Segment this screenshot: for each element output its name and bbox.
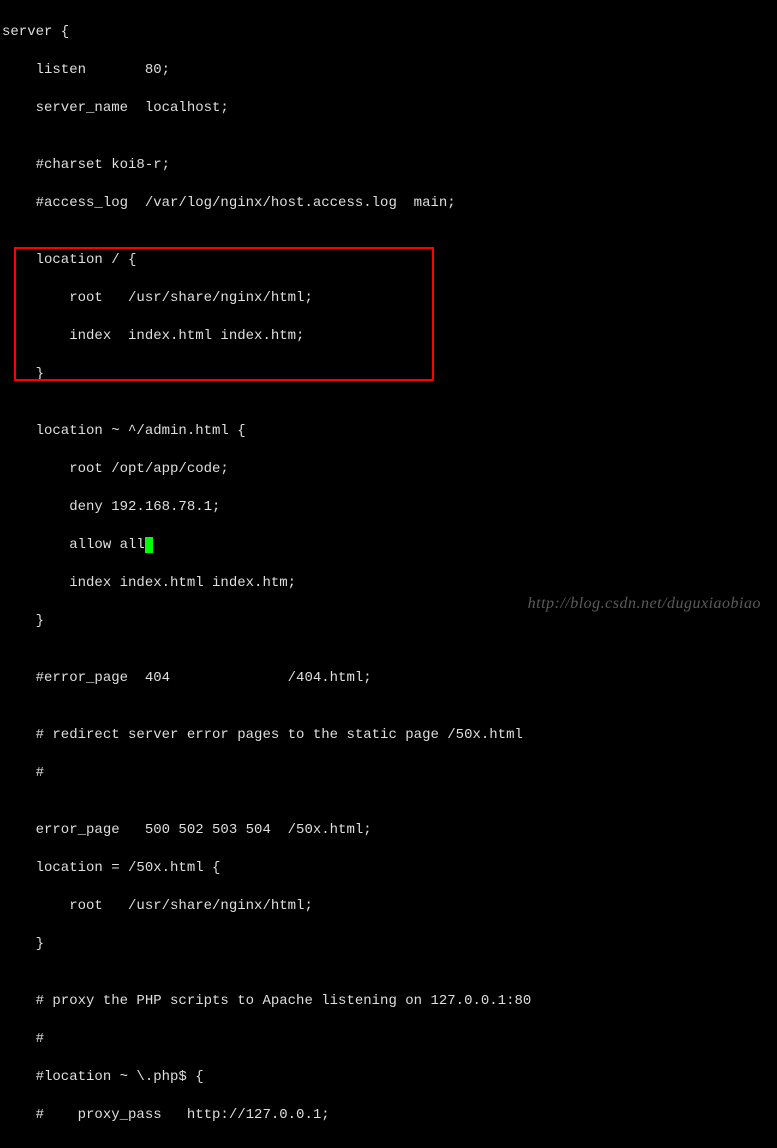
code-line: } [2,612,775,631]
code-line: listen 80; [2,61,775,80]
code-line: # [2,1030,775,1049]
code-line: location / { [2,251,775,270]
code-line: location = /50x.html { [2,859,775,878]
code-line: # proxy_pass http://127.0.0.1; [2,1106,775,1125]
code-line: index index.html index.htm; [2,327,775,346]
code-line: #access_log /var/log/nginx/host.access.l… [2,194,775,213]
code-line: root /usr/share/nginx/html; [2,897,775,916]
code-line: } [2,935,775,954]
code-line: error_page 500 502 503 504 /50x.html; [2,821,775,840]
code-line: server_name localhost; [2,99,775,118]
code-line: # proxy the PHP scripts to Apache listen… [2,992,775,1011]
terminal-output: server { listen 80; server_name localhos… [0,0,777,1148]
code-line: root /opt/app/code; [2,460,775,479]
code-line: root /usr/share/nginx/html; [2,289,775,308]
code-line: allow all; [2,536,775,555]
code-line: #error_page 404 /404.html; [2,669,775,688]
code-line: location ~ ^/admin.html { [2,422,775,441]
code-line: index index.html index.htm; [2,574,775,593]
watermark-text: http://blog.csdn.net/duguxiaobiao [528,594,761,613]
code-line: # [2,764,775,783]
cursor-icon: ; [145,537,153,553]
code-line: } [2,365,775,384]
code-text: allow all [2,537,145,553]
code-line: #charset koi8-r; [2,156,775,175]
code-line: #location ~ \.php$ { [2,1068,775,1087]
code-line: # redirect server error pages to the sta… [2,726,775,745]
code-line: deny 192.168.78.1; [2,498,775,517]
code-line: server { [2,23,775,42]
